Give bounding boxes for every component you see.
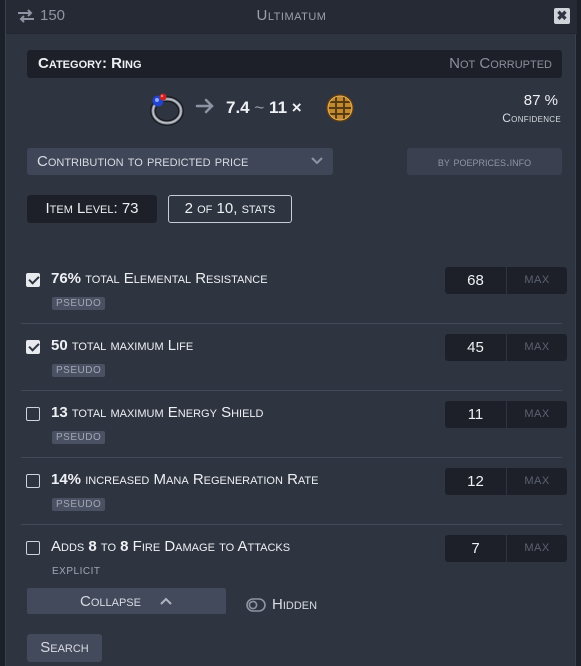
mod-text: Adds 8 to 8 Fire Damage to Attacks bbox=[51, 538, 291, 555]
mod-text: 76% total Elemental Resistance bbox=[51, 270, 268, 287]
mod-row: 14% increased Mana Regeneration Rate pse… bbox=[21, 458, 567, 525]
mod-max-input[interactable]: max bbox=[507, 334, 567, 361]
mod-checkbox[interactable] bbox=[26, 541, 40, 555]
mod-max-input[interactable]: max bbox=[507, 468, 567, 495]
mod-text: 50 total maximum Life bbox=[51, 337, 194, 354]
mod-text: 13 total maximum Energy Shield bbox=[51, 404, 264, 421]
mod-max-input[interactable]: max bbox=[507, 267, 567, 294]
mod-row: 50 total maximum Life pseudo 45 max bbox=[21, 324, 567, 391]
confidence-value: 87 % bbox=[523, 92, 558, 109]
mod-tag: pseudo bbox=[52, 498, 106, 511]
mod-checkbox[interactable] bbox=[26, 340, 40, 354]
search-button[interactable]: Search bbox=[27, 634, 102, 662]
mod-min-input[interactable]: 11 bbox=[445, 401, 506, 428]
mod-checkbox[interactable] bbox=[26, 474, 40, 488]
mod-row: 13 total maximum Energy Shield pseudo 11… bbox=[21, 391, 567, 458]
window-title: Ultimatum bbox=[256, 7, 327, 24]
mod-min-input[interactable]: 68 bbox=[445, 267, 506, 294]
confidence-label: Confidence bbox=[502, 111, 561, 125]
close-button[interactable]: ✖ bbox=[554, 8, 570, 24]
mod-max-input[interactable]: max bbox=[507, 401, 567, 428]
price-multiplier: × bbox=[291, 98, 302, 117]
mod-list: 76% total Elemental Resistance pseudo 68… bbox=[6, 257, 577, 591]
price-min: 7.4 bbox=[226, 98, 250, 117]
contribution-label: Contribution to predicted price bbox=[37, 153, 249, 170]
poeprices-link[interactable]: by poeprices.info bbox=[407, 148, 562, 175]
mod-tag: explicit bbox=[52, 566, 101, 577]
mod-row: Adds 8 to 8 Fire Damage to Attacks expli… bbox=[21, 525, 567, 591]
item-level: Item Level: 73 bbox=[27, 195, 157, 223]
category-bar: Category: Ring Not Corrupted bbox=[27, 50, 562, 78]
corrupted-status: Not Corrupted bbox=[449, 55, 552, 72]
category-label: Category: Ring bbox=[38, 55, 142, 72]
arrow-right-icon bbox=[195, 98, 214, 114]
divine-orb-icon bbox=[326, 94, 354, 122]
ultimatum-panel: 150 Ultimatum ✖ Category: Ring Not Corru… bbox=[5, 0, 577, 666]
toggle-icon[interactable] bbox=[246, 598, 266, 612]
mod-min-input[interactable]: 7 bbox=[445, 535, 506, 562]
mod-row: 76% total Elemental Resistance pseudo 68… bbox=[21, 257, 567, 324]
collapse-label: Collapse bbox=[80, 593, 141, 610]
mod-tag: pseudo bbox=[52, 364, 106, 377]
chevron-up-icon bbox=[160, 597, 172, 605]
mod-tag: pseudo bbox=[52, 431, 106, 444]
price-max: 11 bbox=[269, 98, 288, 117]
price-range: 7.4 ~ 11 × bbox=[226, 98, 302, 118]
hidden-toggle-label[interactable]: Hidden bbox=[272, 596, 317, 613]
mod-text: 14% increased Mana Regeneration Rate bbox=[51, 471, 319, 488]
mod-max-input[interactable]: max bbox=[507, 535, 567, 562]
titlebar: 150 Ultimatum ✖ bbox=[6, 0, 577, 34]
mod-checkbox[interactable] bbox=[26, 273, 40, 287]
mod-tag: pseudo bbox=[52, 297, 106, 310]
mod-min-input[interactable]: 45 bbox=[445, 334, 506, 361]
price-separator: ~ bbox=[254, 98, 265, 117]
contribution-dropdown[interactable]: Contribution to predicted price bbox=[27, 148, 333, 175]
stats-filter-badge[interactable]: 2 of 10, stats bbox=[168, 195, 292, 223]
mod-min-input[interactable]: 12 bbox=[445, 468, 506, 495]
ring-icon bbox=[150, 93, 184, 126]
mod-checkbox[interactable] bbox=[26, 407, 40, 421]
chevron-down-icon bbox=[311, 157, 323, 165]
close-icon: ✖ bbox=[556, 8, 568, 23]
collapse-button[interactable]: Collapse bbox=[27, 588, 226, 614]
price-prediction: 7.4 ~ 11 × 87 % Confidence bbox=[6, 86, 577, 130]
